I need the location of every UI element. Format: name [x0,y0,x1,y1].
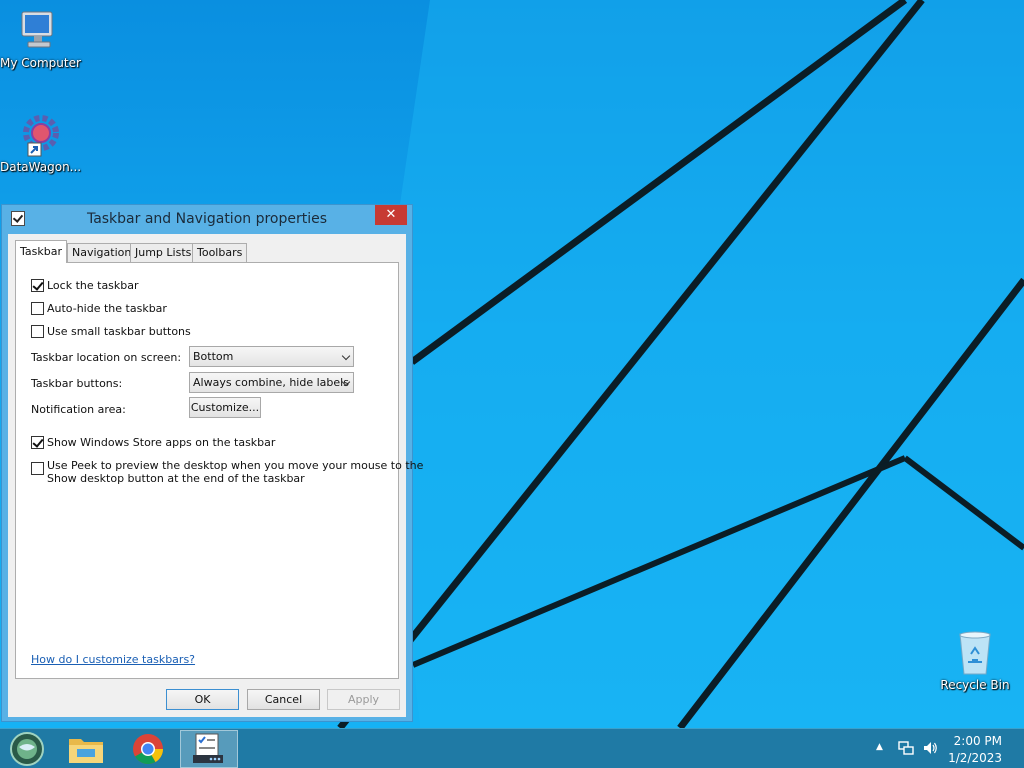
location-value: Bottom [193,350,234,363]
start-orb-icon [10,732,44,766]
checkbox-label: Lock the taskbar [47,279,139,292]
location-select[interactable]: Bottom [189,346,354,367]
desktop-icon-label: Recycle Bin [940,678,1010,692]
tab-navigation[interactable]: Navigation [67,243,137,262]
desktop-icon-label: My Computer [0,56,81,70]
close-button[interactable]: ✕ [375,205,407,225]
checkbox-box[interactable] [31,325,44,338]
location-label: Taskbar location on screen: [31,351,182,364]
recycle-bin-icon [952,630,998,676]
taskbar-buttons-value: Always combine, hide labels [193,376,349,389]
taskbar-buttons-label: Taskbar buttons: [31,377,123,390]
help-link[interactable]: How do I customize taskbars? [31,653,195,666]
desktop-icon-my-computer[interactable]: My Computer [0,8,81,70]
chevron-up-icon[interactable]: ▲ [876,742,883,752]
taskbar-buttons-select[interactable]: Always combine, hide labels [189,372,354,393]
desktop-icon-recycle-bin[interactable]: Recycle Bin [936,630,1014,692]
desktop-icon-datawagon[interactable]: DataWagon... [0,112,82,174]
chevron-down-icon [341,351,351,361]
ok-button[interactable]: OK [166,689,239,710]
checkbox-label: Use small taskbar buttons [47,325,191,338]
checkbox-box[interactable] [31,279,44,292]
notification-area-label: Notification area: [31,403,126,416]
clock-time[interactable]: 2:00 PM [954,734,1002,748]
checkbox-label: Auto-hide the taskbar [47,302,167,315]
chrome-icon [133,734,163,765]
customize-button[interactable]: Customize... [189,397,261,418]
taskbar-properties-dialog: Taskbar and Navigation properties ✕ Task… [1,204,423,722]
taskbar-properties-button[interactable] [180,730,238,768]
computer-icon [16,8,62,54]
folder-icon [69,739,103,763]
chrome-button[interactable] [119,730,177,768]
tab-jump-lists[interactable]: Jump Lists [130,243,197,262]
taskbar: ▲ 2:00 PM 1/2/2023 [0,728,1024,768]
tab-taskbar[interactable]: Taskbar [15,240,67,263]
start-button[interactable] [0,730,58,768]
dialog-client-area: Taskbar Navigation Jump Lists Toolbars L… [8,234,423,717]
checkbox-label: Show Windows Store apps on the taskbar [47,436,276,449]
gear-icon [16,112,62,158]
tab-toolbars[interactable]: Toolbars [192,243,248,262]
checkbox-label-line1: Use Peek to preview the desktop when you… [47,459,424,472]
clock-date[interactable]: 1/2/2023 [948,751,1002,765]
volume-icon[interactable] [922,740,938,756]
dialog-title: Taskbar and Navigation properties [86,211,328,227]
cancel-button[interactable]: Cancel [247,689,320,710]
checklist-icon [193,733,223,763]
checkbox-box[interactable] [31,436,44,449]
checkbox-box[interactable] [31,302,44,315]
network-icon[interactable] [898,740,914,756]
tab-panel-taskbar: Lock the taskbar Auto-hide the taskbar U… [15,262,423,679]
checkbox-box[interactable] [31,462,44,475]
file-explorer-button[interactable] [57,730,115,768]
title-bar[interactable]: Taskbar and Navigation properties ✕ [2,205,412,233]
desktop-icon-label: DataWagon... [0,160,82,174]
checkbox-label-line2: Show desktop button at the end of the ta… [47,472,305,485]
apply-button[interactable]: Apply [327,689,400,710]
